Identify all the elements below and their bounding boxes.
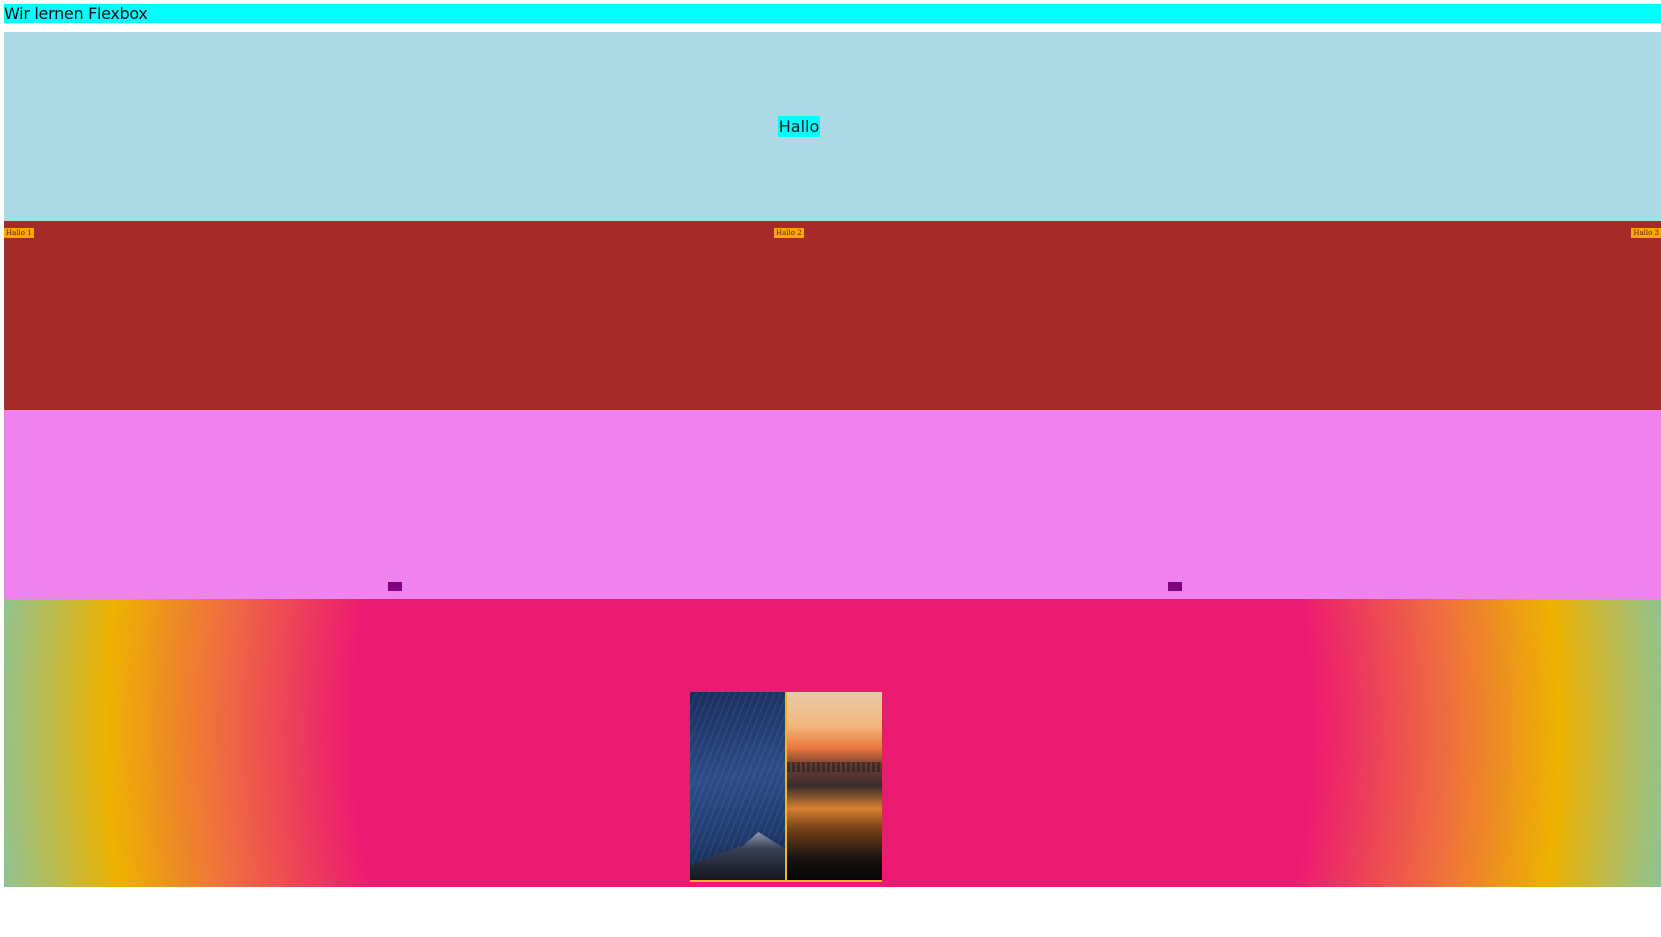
purple-box-2: [1168, 582, 1182, 591]
space-between-section: Hallo 1 Hallo 2 Hallo 3: [4, 221, 1661, 410]
mountain-silhouette: [690, 832, 785, 880]
hello-tag-1: Hallo 1: [4, 228, 34, 238]
horizon-line: [787, 762, 882, 772]
sunset-beach-image: [785, 692, 882, 880]
center-flex-section: Hallo: [4, 32, 1661, 221]
hello-tag-2: Hallo 2: [774, 228, 804, 238]
space-around-section: [4, 410, 1661, 599]
starry-sky-image: [690, 692, 785, 880]
hello-tag-3: Hallo 3: [1631, 228, 1661, 238]
page-container: Wir lernen Flexbox: [4, 4, 1661, 23]
purple-box-1: [388, 582, 402, 591]
page-heading: Wir lernen Flexbox: [4, 4, 1661, 23]
hello-box: Hallo: [777, 116, 821, 137]
image-gallery: [690, 692, 882, 882]
gradient-image-section: [4, 599, 1661, 887]
